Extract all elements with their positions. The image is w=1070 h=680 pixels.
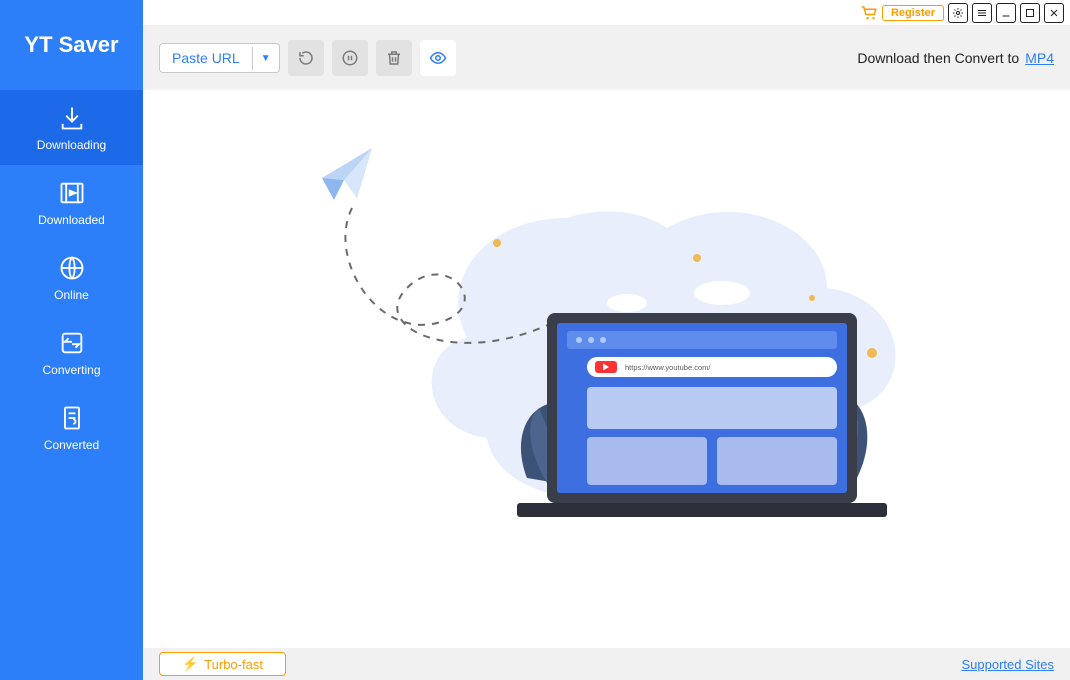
- turbo-label: Turbo-fast: [204, 657, 263, 672]
- sidebar-nav: Downloading Downloaded Online Converting: [0, 90, 143, 465]
- app-window: YT Saver Downloading Downloaded Online: [0, 0, 1070, 680]
- empty-illustration: https://www.youtube.com/: [267, 138, 947, 558]
- content-empty-state: https://www.youtube.com/: [143, 90, 1070, 648]
- paste-url-button[interactable]: Paste URL ▼: [159, 43, 280, 73]
- statusbar: ⚡ Turbo-fast Supported Sites: [143, 648, 1070, 680]
- pause-button[interactable]: [332, 40, 368, 76]
- brand-title: YT Saver: [0, 0, 143, 90]
- file-check-icon: [58, 404, 86, 432]
- minimize-button[interactable]: [996, 3, 1016, 23]
- turbo-fast-button[interactable]: ⚡ Turbo-fast: [159, 652, 286, 676]
- film-icon: [58, 179, 86, 207]
- maximize-button[interactable]: [1020, 3, 1040, 23]
- chevron-down-icon[interactable]: ▼: [252, 47, 279, 70]
- convert-format-link[interactable]: MP4: [1025, 50, 1054, 66]
- sidebar-item-label: Online: [54, 288, 89, 302]
- sidebar-item-downloaded[interactable]: Downloaded: [0, 165, 143, 240]
- sidebar-item-label: Downloading: [37, 138, 106, 152]
- globe-icon: [58, 254, 86, 282]
- paste-url-label: Paste URL: [160, 44, 252, 72]
- close-button[interactable]: [1044, 3, 1064, 23]
- menu-button[interactable]: [972, 3, 992, 23]
- sidebar-item-label: Downloaded: [38, 213, 105, 227]
- illustration-url: https://www.youtube.com/: [625, 363, 711, 372]
- sidebar-item-converted[interactable]: Converted: [0, 390, 143, 465]
- delete-button[interactable]: [376, 40, 412, 76]
- sidebar-item-downloading[interactable]: Downloading: [0, 90, 143, 165]
- main-area: Register Paste URL ▼ Download then Conve…: [143, 0, 1070, 680]
- convert-format-control: Download then Convert to MP4: [857, 50, 1054, 66]
- sidebar: YT Saver Downloading Downloaded Online: [0, 0, 143, 680]
- toolbar: Paste URL ▼ Download then Convert to MP4: [143, 26, 1070, 90]
- register-button[interactable]: Register: [882, 5, 944, 21]
- titlebar: Register: [143, 0, 1070, 26]
- resume-button[interactable]: [288, 40, 324, 76]
- sidebar-item-converting[interactable]: Converting: [0, 315, 143, 390]
- bolt-icon: ⚡: [182, 656, 198, 672]
- convert-icon: [58, 329, 86, 357]
- sidebar-item-label: Converting: [42, 363, 100, 377]
- sidebar-item-online[interactable]: Online: [0, 240, 143, 315]
- supported-sites-link[interactable]: Supported Sites: [961, 657, 1054, 672]
- cart-icon[interactable]: [860, 5, 878, 21]
- settings-button[interactable]: [948, 3, 968, 23]
- sidebar-item-label: Converted: [44, 438, 99, 452]
- preview-button[interactable]: [420, 40, 456, 76]
- convert-text: Download then Convert to: [857, 50, 1019, 66]
- download-icon: [58, 104, 86, 132]
